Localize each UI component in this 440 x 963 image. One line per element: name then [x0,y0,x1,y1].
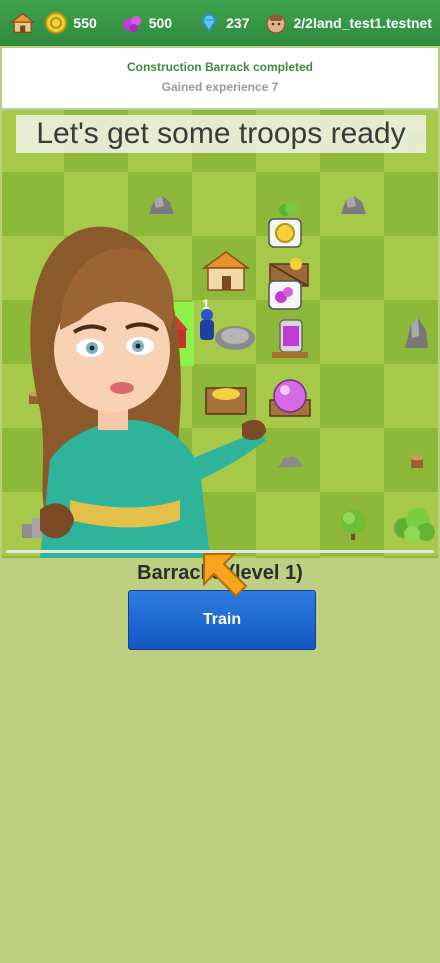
top-bar: 550 500 237 2/2 land_test1.testnet [0,0,440,46]
rock-icon [278,456,304,468]
gold-collect-bubble-icon[interactable] [268,218,302,252]
bush-cluster-icon [394,508,435,542]
gems-counter: 237 [198,12,249,34]
rock-icon [341,196,366,214]
gold-amount: 550 [73,15,97,31]
builders-counter: 2/2 [265,12,313,34]
home-icon[interactable] [10,10,36,36]
notification-subtitle: Gained experience 7 [161,80,279,94]
grass-tile[interactable] [320,236,384,300]
gems-amount: 237 [226,15,250,31]
account-name[interactable]: land_test1.testnet [313,15,432,31]
rock-icon [405,318,428,348]
tutorial-character-image [30,226,266,558]
grass-tile[interactable] [384,236,438,300]
gem-icon [201,14,218,33]
gold-counter: 550 [45,12,97,34]
elixir-counter: 500 [121,12,172,34]
grass-tile[interactable] [384,556,438,558]
elixir-collect-bubble-icon[interactable] [268,280,302,314]
builders-amount: 2/2 [293,15,313,31]
grass-tile[interactable] [384,172,438,236]
builder-icon [266,14,287,34]
elixir-collector-building-icon[interactable] [266,314,314,360]
game-map[interactable]: 1 [2,110,438,558]
elixir-storage-building-icon[interactable] [264,374,316,420]
elixir-amount: 500 [148,15,173,31]
stump-icon [411,455,423,468]
elixir-icon [122,16,141,32]
notification-panel: Construction Barrack completed Gained ex… [2,48,438,109]
grass-tile[interactable] [320,556,384,558]
notification-title: Construction Barrack completed [126,60,314,74]
grass-tile[interactable] [320,428,384,492]
gold-coin-icon [45,12,68,34]
grass-tile[interactable] [320,300,384,364]
bush-icon [279,201,299,216]
tutorial-banner: Let's get some troops ready [16,115,426,153]
tree-icon [341,510,365,540]
train-button[interactable]: Train [128,590,316,650]
grass-tile[interactable] [384,364,438,428]
grass-tile[interactable] [320,364,384,428]
tutorial-pointer-arrow-icon [203,553,248,598]
